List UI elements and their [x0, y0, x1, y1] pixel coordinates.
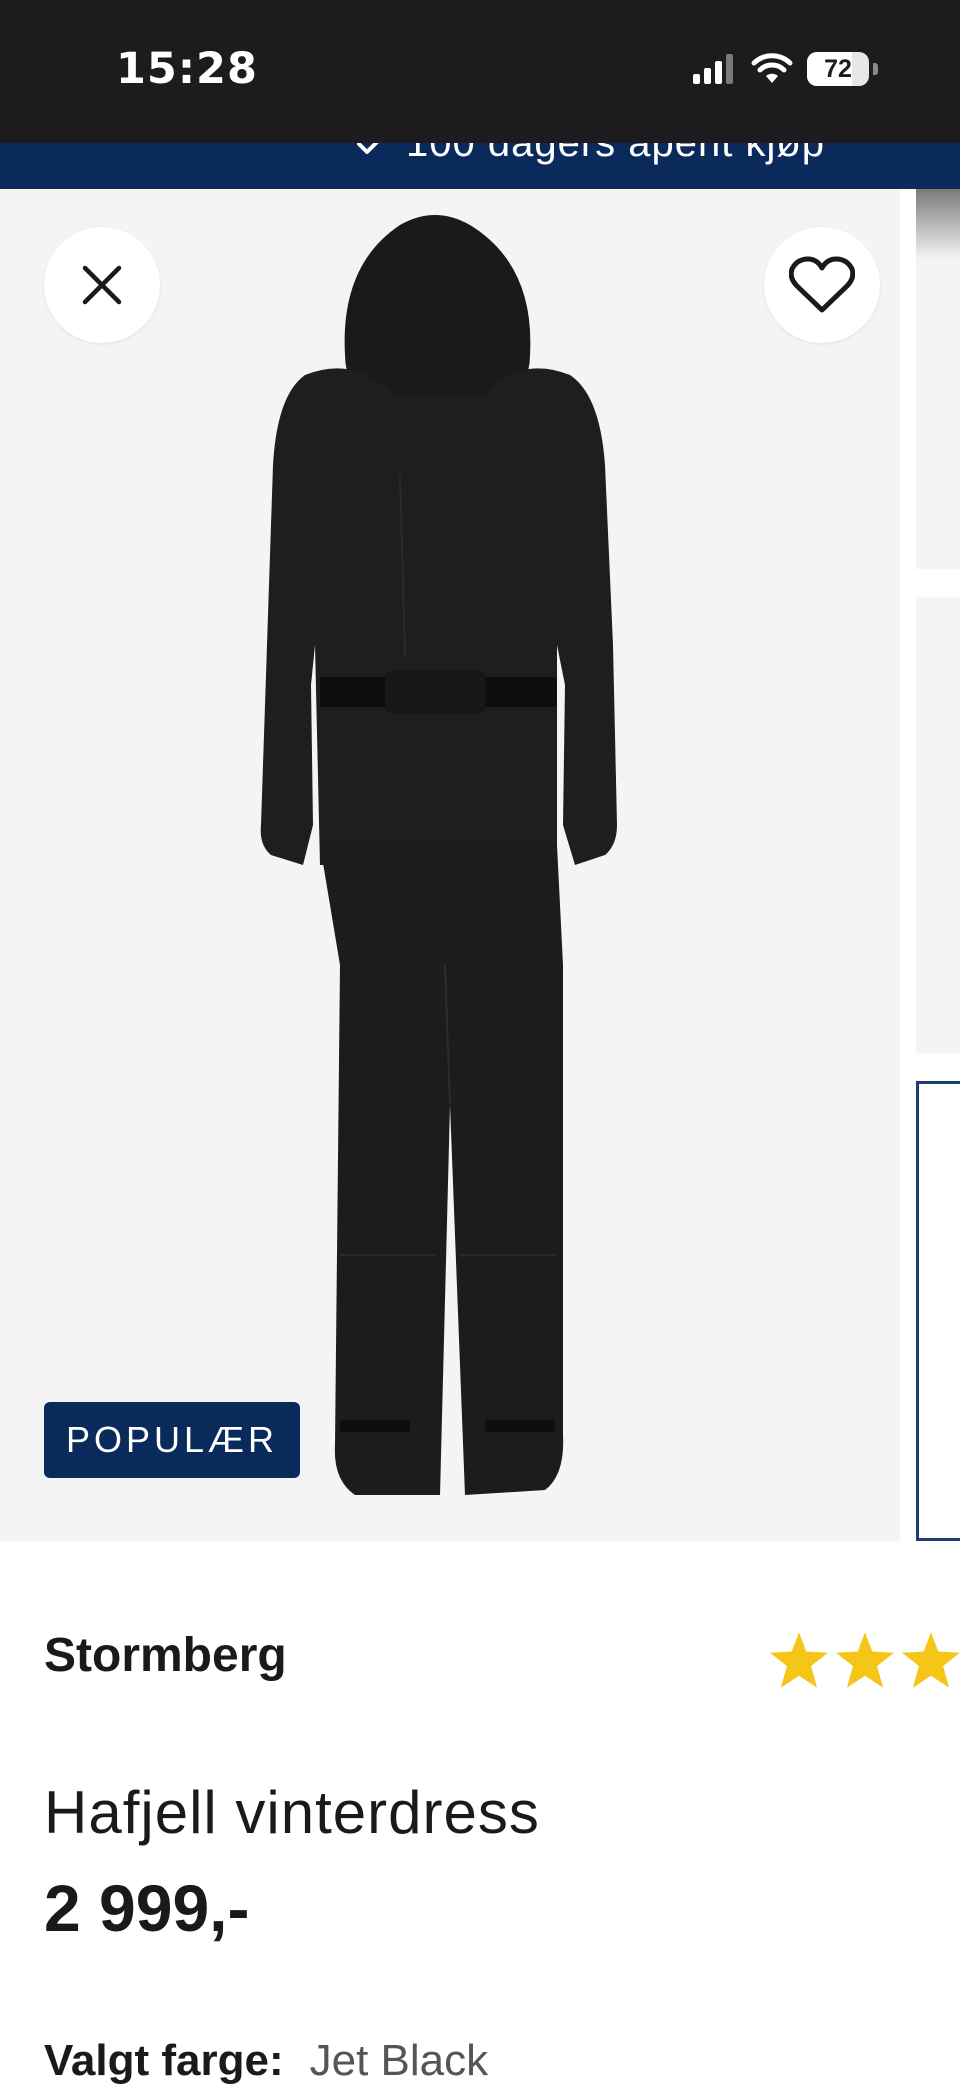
- star-icon: [902, 1632, 960, 1688]
- product-image[interactable]: POPULÆR: [0, 189, 900, 1541]
- heart-icon: [789, 256, 855, 313]
- close-button[interactable]: [44, 227, 160, 343]
- selected-color-label: Valgt farge:: [44, 2036, 284, 2085]
- popular-badge: POPULÆR: [44, 1402, 301, 1478]
- battery-tip: [873, 63, 878, 75]
- battery-level: 72: [824, 54, 852, 83]
- product-gallery[interactable]: POPULÆR: [0, 189, 960, 1541]
- status-icons: 72: [693, 52, 878, 86]
- rating-stars[interactable]: [770, 1632, 960, 1688]
- star-icon: [836, 1632, 894, 1688]
- promo-text: 100 dagers åpent kjøp: [406, 143, 826, 165]
- gallery-thumbnail-selected[interactable]: [916, 1081, 960, 1541]
- promo-banner: 100 dagers åpent kjøp: [0, 143, 960, 189]
- product-brand[interactable]: Stormberg: [44, 1628, 287, 1683]
- favorite-button[interactable]: [764, 227, 880, 343]
- product-price: 2 999,-: [44, 1871, 250, 1945]
- close-icon: [82, 265, 122, 305]
- selected-color: Valgt farge: Jet Black: [44, 2036, 488, 2086]
- selected-color-value: Jet Black: [309, 2036, 489, 2085]
- status-time: 15:28: [116, 44, 258, 94]
- cellular-signal-icon: [693, 54, 733, 84]
- checkmark-icon: [357, 143, 379, 154]
- battery-icon: 72: [807, 52, 869, 86]
- gallery-thumbnail[interactable]: [916, 189, 960, 569]
- status-bar: 15:28 72: [0, 0, 960, 143]
- gallery-thumbnail[interactable]: [916, 597, 960, 1053]
- product-title: Hafjell vinterdress: [44, 1779, 540, 1847]
- star-icon: [770, 1632, 828, 1688]
- snowsuit-image: [260, 215, 617, 1495]
- wifi-icon: [751, 53, 793, 83]
